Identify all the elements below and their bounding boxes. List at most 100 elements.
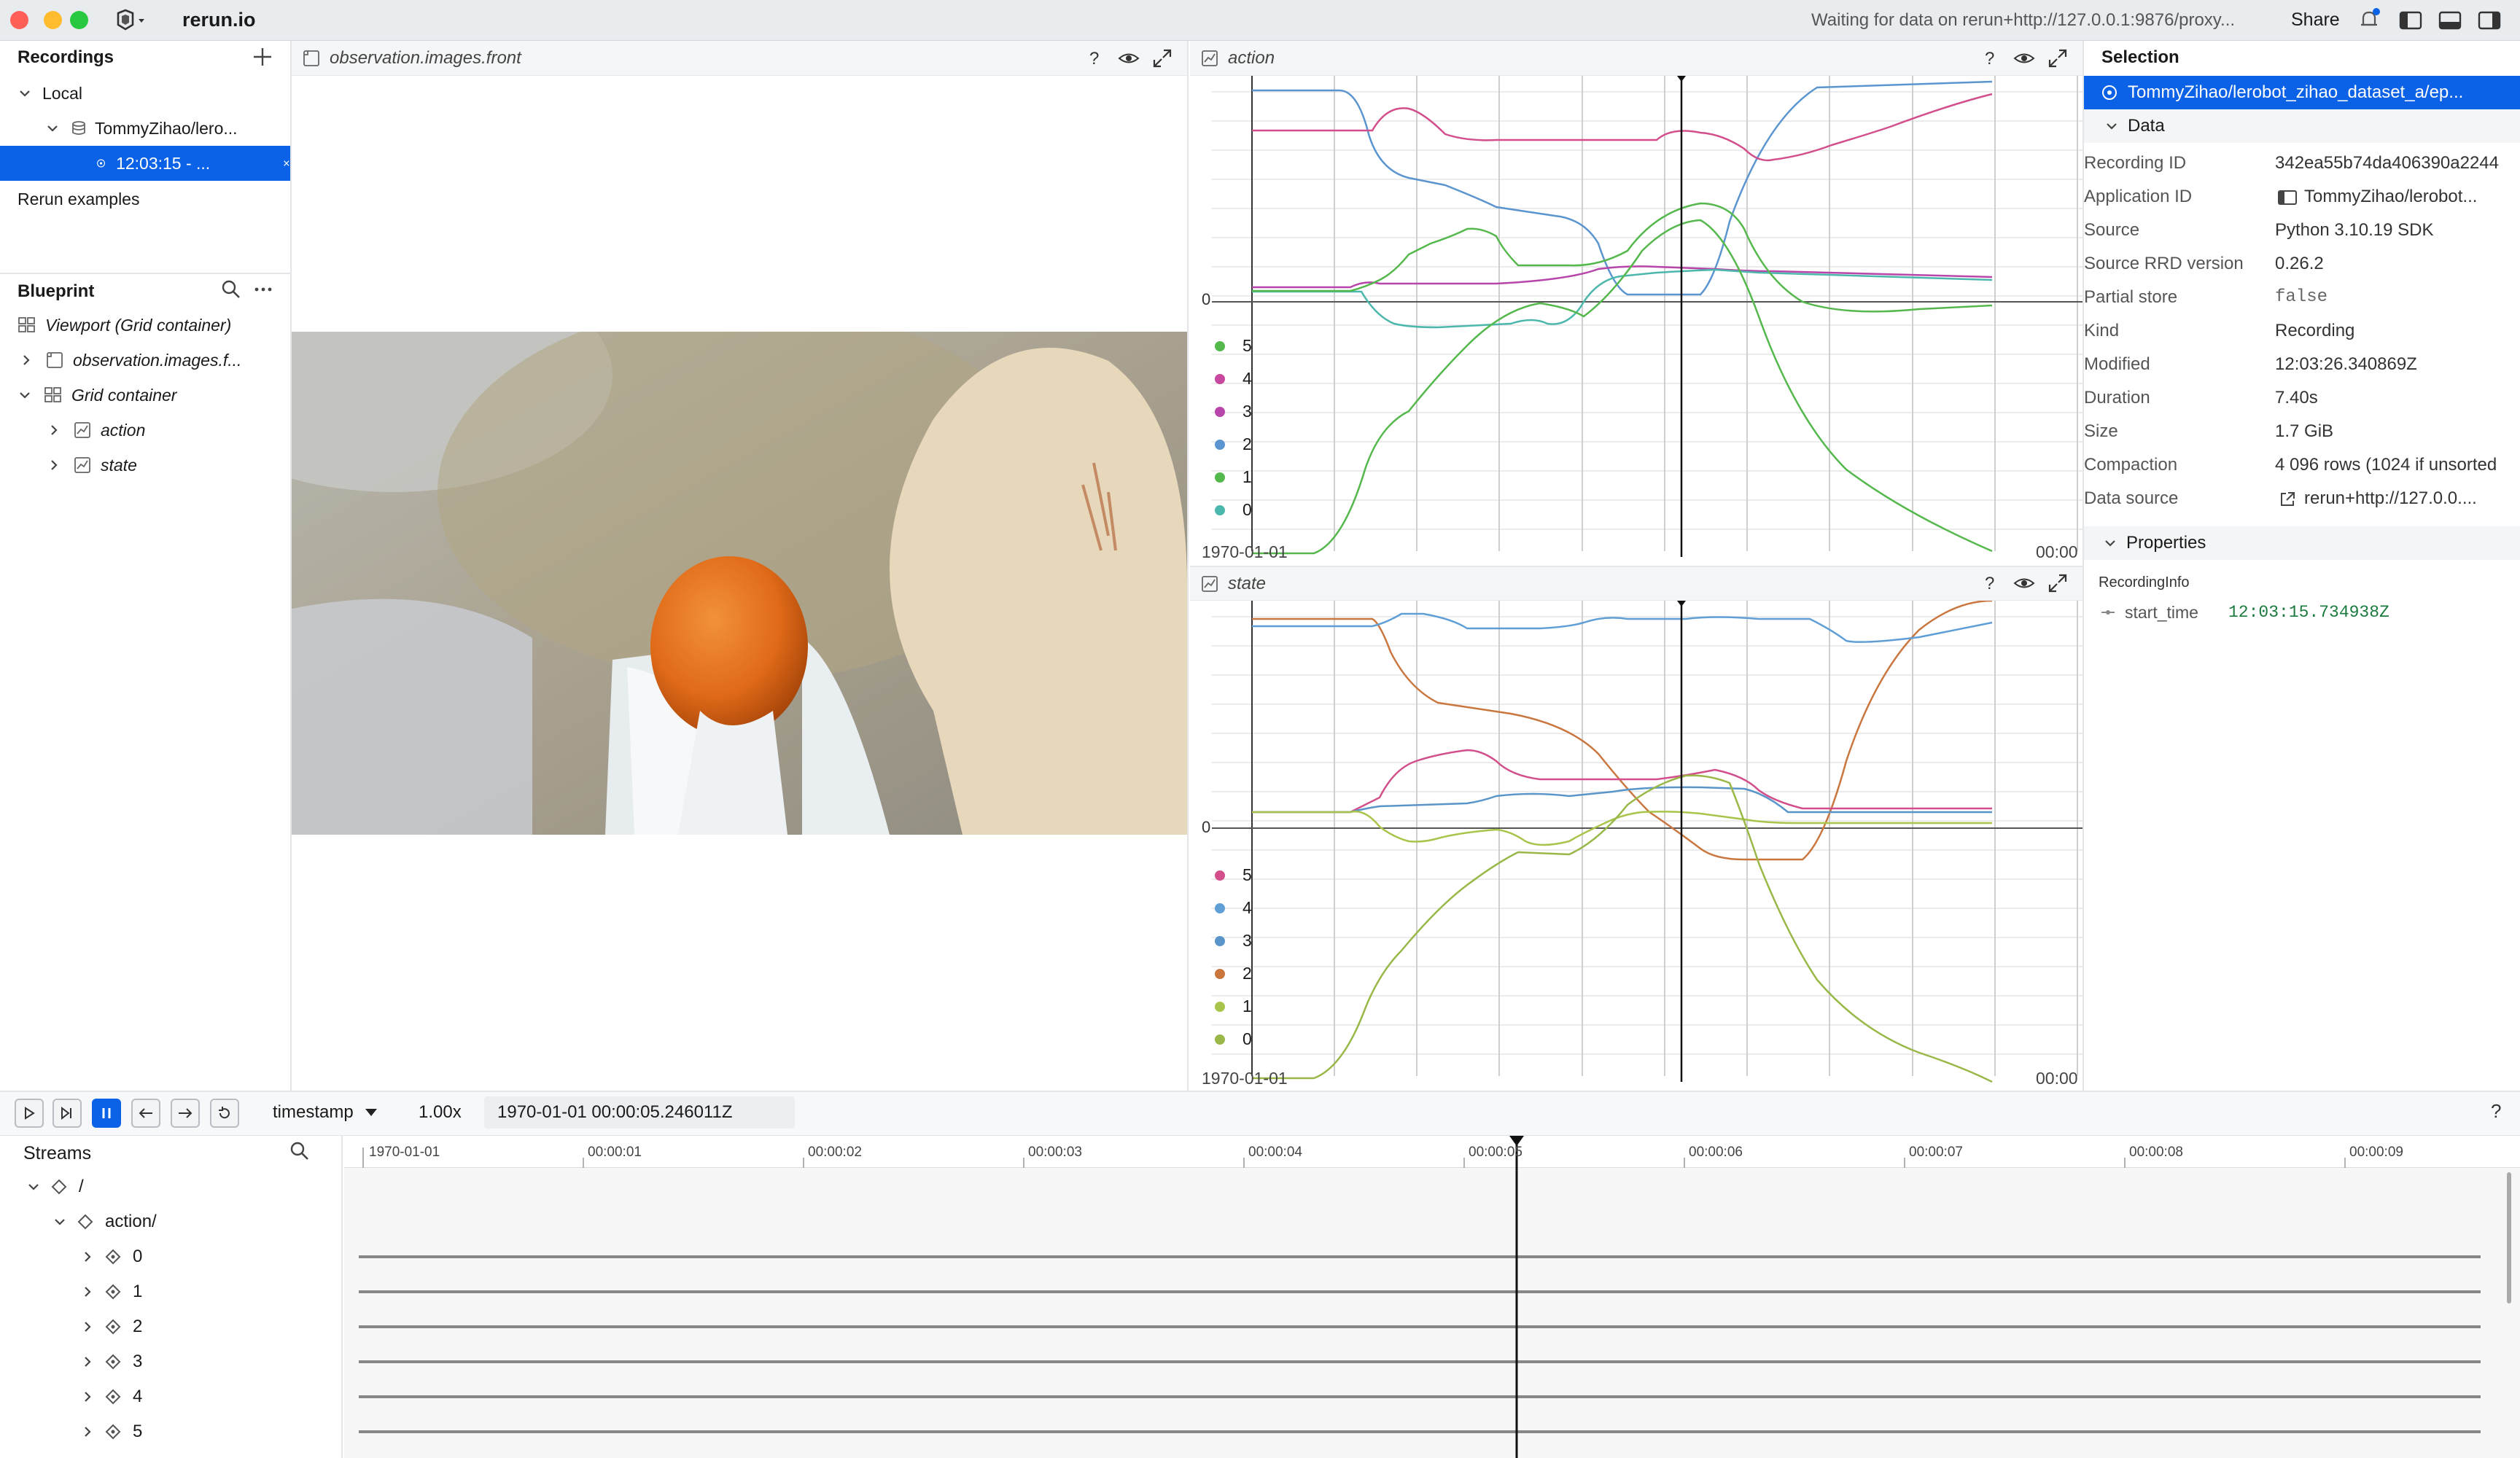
legend-item[interactable]: 0 (1215, 1029, 1252, 1049)
divider (0, 273, 290, 274)
stream-root-row[interactable]: / (26, 1169, 84, 1204)
close-window-button[interactable] (10, 11, 28, 29)
notification-bell-icon[interactable] (2357, 7, 2381, 32)
legend-item[interactable]: 3 (1215, 931, 1252, 951)
search-icon[interactable] (289, 1140, 311, 1162)
recordings-dataset-row[interactable]: TommyZihao/lero... (0, 111, 292, 146)
help-icon[interactable]: ? (1979, 573, 1999, 593)
timeline-selector[interactable]: timestamp (273, 1102, 378, 1123)
step-forward-button[interactable] (52, 1099, 82, 1128)
visibility-eye-icon[interactable] (1117, 48, 1140, 69)
rerun-menu-icon[interactable] (115, 9, 153, 32)
arrow-right-icon (179, 1108, 192, 1118)
selected-item-row[interactable]: TommyZihao/lerobot_zihao_dataset_a/ep... (2084, 76, 2520, 109)
stream-action-row[interactable]: action/ (52, 1204, 157, 1239)
image-view-tab[interactable]: observation.images.front (292, 41, 1187, 76)
y-zero-label: 0 (1202, 818, 1211, 836)
ruler-tick-label: 00:00:04 (1248, 1145, 1302, 1160)
ruler-tick-label: 00:00:02 (808, 1145, 862, 1160)
action-plot[interactable] (1190, 76, 2082, 566)
help-icon[interactable]: ? (1084, 48, 1104, 69)
action-view-tab-label: action (1228, 47, 1275, 68)
step-back-button[interactable] (131, 1099, 160, 1128)
add-recording-icon[interactable] (251, 45, 274, 69)
stream-item-row[interactable]: 0 (80, 1239, 142, 1274)
maximize-icon[interactable] (1152, 48, 1172, 69)
data-section-header[interactable]: Data (2084, 109, 2520, 143)
dataset-label: TommyZihao/lero... (95, 118, 238, 138)
toggle-bottom-panel-icon[interactable] (2438, 10, 2462, 31)
blueprint-grid-container-row[interactable]: Grid container (0, 378, 292, 413)
current-time-field[interactable]: 1970-01-01 00:00:05.246011Z (484, 1096, 795, 1128)
stream-item-row[interactable]: 5 (80, 1414, 142, 1449)
legend-item[interactable]: 4 (1215, 369, 1252, 389)
legend-item[interactable]: 1 (1215, 467, 1252, 487)
component-diamond-icon (105, 1249, 121, 1265)
loop-button[interactable] (210, 1099, 239, 1128)
action-view-tab[interactable]: action (1190, 41, 2082, 76)
x-end-label: 00:00 (2036, 1069, 2078, 1088)
properties-section-title: Properties (2126, 533, 2206, 553)
blueprint-state-row[interactable]: state (0, 448, 292, 483)
help-icon[interactable]: ? (1979, 48, 1999, 69)
prop-value[interactable]: TommyZihao/lerobot... (2304, 187, 2477, 207)
prop-value: 0.26.2 (2275, 254, 2324, 273)
legend-item[interactable]: 5 (1215, 336, 1252, 356)
maximize-icon[interactable] (2048, 573, 2068, 593)
legend-item[interactable]: 1 (1215, 997, 1252, 1016)
database-icon (72, 121, 85, 135)
visibility-eye-icon[interactable] (2012, 573, 2036, 593)
search-icon[interactable] (220, 278, 242, 300)
blueprint-title: Blueprint (18, 281, 95, 301)
stream-item-row[interactable]: 4 (80, 1379, 142, 1414)
legend-item[interactable]: 2 (1215, 434, 1252, 454)
chevron-right-icon (23, 355, 30, 365)
chevron-down-icon (55, 1219, 65, 1225)
legend-item[interactable]: 3 (1215, 402, 1252, 421)
toggle-left-panel-icon[interactable] (2399, 10, 2422, 31)
step-next-button[interactable] (171, 1099, 200, 1128)
maximize-icon[interactable] (2048, 48, 2068, 69)
help-icon[interactable]: ? (2485, 1099, 2507, 1123)
loop-icon (219, 1107, 230, 1119)
component-diamond-icon (105, 1284, 121, 1300)
toggle-right-panel-icon[interactable] (2478, 10, 2501, 31)
state-view-tab-label: state (1228, 573, 1267, 593)
legend-item[interactable]: 0 (1215, 500, 1252, 520)
state-legend[interactable]: 5 4 3 2 1 0 (1215, 865, 1280, 1062)
share-button[interactable]: Share (2291, 9, 2340, 31)
timeline-area[interactable]: 1970-01-01 00:00:01 00:00:02 00:00:03 00… (344, 1136, 2520, 1458)
close-icon[interactable] (283, 157, 290, 170)
legend-item[interactable]: 5 (1215, 865, 1252, 885)
stream-item-row[interactable]: 2 (80, 1309, 142, 1344)
blueprint-action-row[interactable]: action (0, 413, 292, 448)
start-time-key: start_time (2125, 603, 2198, 622)
recordings-selected-row[interactable]: 12:03:15 - ... (0, 146, 290, 181)
zoom-window-button[interactable] (70, 11, 88, 29)
visibility-eye-icon[interactable] (2012, 48, 2036, 69)
minimize-window-button[interactable] (44, 11, 62, 29)
state-plot[interactable] (1190, 601, 2082, 1091)
prop-value: Python 3.10.19 SDK (2275, 220, 2434, 240)
properties-section-header[interactable]: Properties (2084, 526, 2520, 560)
blueprint-viewport-row[interactable]: Viewport (Grid container) (0, 308, 292, 343)
rerun-examples-link[interactable]: Rerun examples (18, 190, 139, 209)
recordings-local-row[interactable]: Local (0, 76, 292, 111)
blueprint-image-view-row[interactable]: observation.images.f... (0, 343, 292, 378)
pause-button[interactable] (92, 1099, 121, 1128)
prop-value[interactable]: rerun+http://127.0.0.... (2304, 488, 2477, 509)
prop-value: Recording (2275, 321, 2355, 340)
stream-item-row[interactable]: 1 (80, 1274, 142, 1309)
play-button[interactable] (15, 1099, 44, 1128)
svg-text:?: ? (1985, 49, 1994, 69)
action-legend[interactable]: 5 4 3 2 1 0 (1215, 336, 1280, 533)
stream-root-label: / (79, 1177, 84, 1196)
legend-item[interactable]: 2 (1215, 964, 1252, 983)
playback-speed[interactable]: 1.00x (419, 1102, 462, 1123)
more-options-icon[interactable] (252, 278, 274, 300)
chevron-right-icon (85, 1392, 91, 1402)
stream-item-row[interactable]: 3 (80, 1344, 142, 1379)
state-view-tab[interactable]: state (1190, 566, 2082, 601)
legend-item[interactable]: 4 (1215, 898, 1252, 918)
svg-text:?: ? (1985, 574, 1994, 593)
